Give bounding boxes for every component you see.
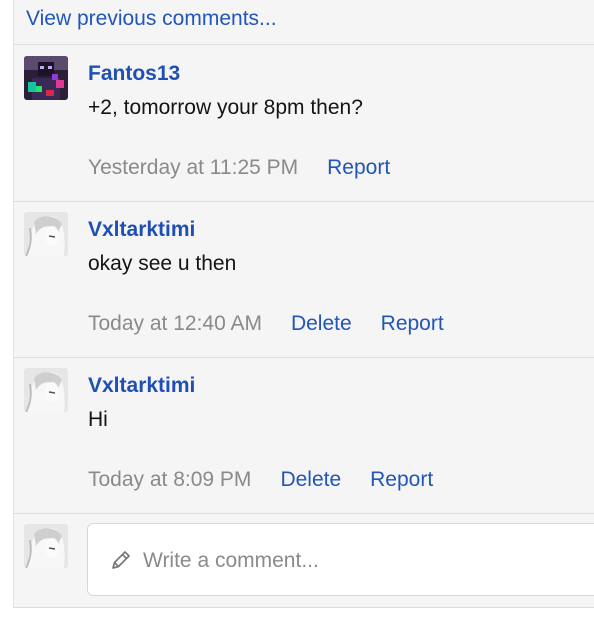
- comment-author[interactable]: Vxltarktimi: [88, 218, 195, 242]
- comment-item: Vxltarktimi Hi Today at 8:09 PM Delete Rep…: [14, 357, 594, 514]
- report-link[interactable]: Report: [327, 156, 390, 179]
- current-user-avatar: [24, 524, 68, 568]
- report-link[interactable]: Report: [381, 312, 444, 335]
- comments-panel: View previous comments... Fantos13 +2, t…: [13, 0, 594, 608]
- comment-meta: Yesterday at 11:25 PM Report: [88, 156, 419, 180]
- comment-meta: Today at 8:09 PM Delete Report: [88, 468, 462, 492]
- comment-author[interactable]: Fantos13: [88, 62, 180, 86]
- comment-text: okay see u then: [88, 252, 237, 275]
- comment-input[interactable]: Write a comment...: [87, 523, 594, 596]
- comment-text: Hi: [88, 408, 108, 431]
- comment-meta: Today at 12:40 AM Delete Report: [88, 312, 473, 336]
- comment-author[interactable]: Vxltarktimi: [88, 374, 195, 398]
- delete-link[interactable]: Delete: [291, 312, 352, 335]
- pencil-icon: [110, 549, 132, 576]
- avatar[interactable]: [24, 212, 68, 256]
- comment-text: +2, tomorrow your 8pm then?: [88, 96, 363, 119]
- delete-link[interactable]: Delete: [280, 468, 341, 491]
- comment-placeholder: Write a comment...: [143, 549, 319, 572]
- avatar[interactable]: [24, 56, 68, 100]
- comment-timestamp[interactable]: Today at 12:40 AM: [88, 312, 262, 335]
- report-link[interactable]: Report: [370, 468, 433, 491]
- avatar[interactable]: [24, 368, 68, 412]
- comment-timestamp[interactable]: Yesterday at 11:25 PM: [88, 156, 298, 179]
- comment-timestamp[interactable]: Today at 8:09 PM: [88, 468, 251, 491]
- view-previous-comments-link[interactable]: View previous comments...: [26, 7, 277, 31]
- comment-item: Fantos13 +2, tomorrow your 8pm then? Yes…: [14, 45, 594, 202]
- comment-item: Vxltarktimi okay see u then Today at 12:…: [14, 201, 594, 358]
